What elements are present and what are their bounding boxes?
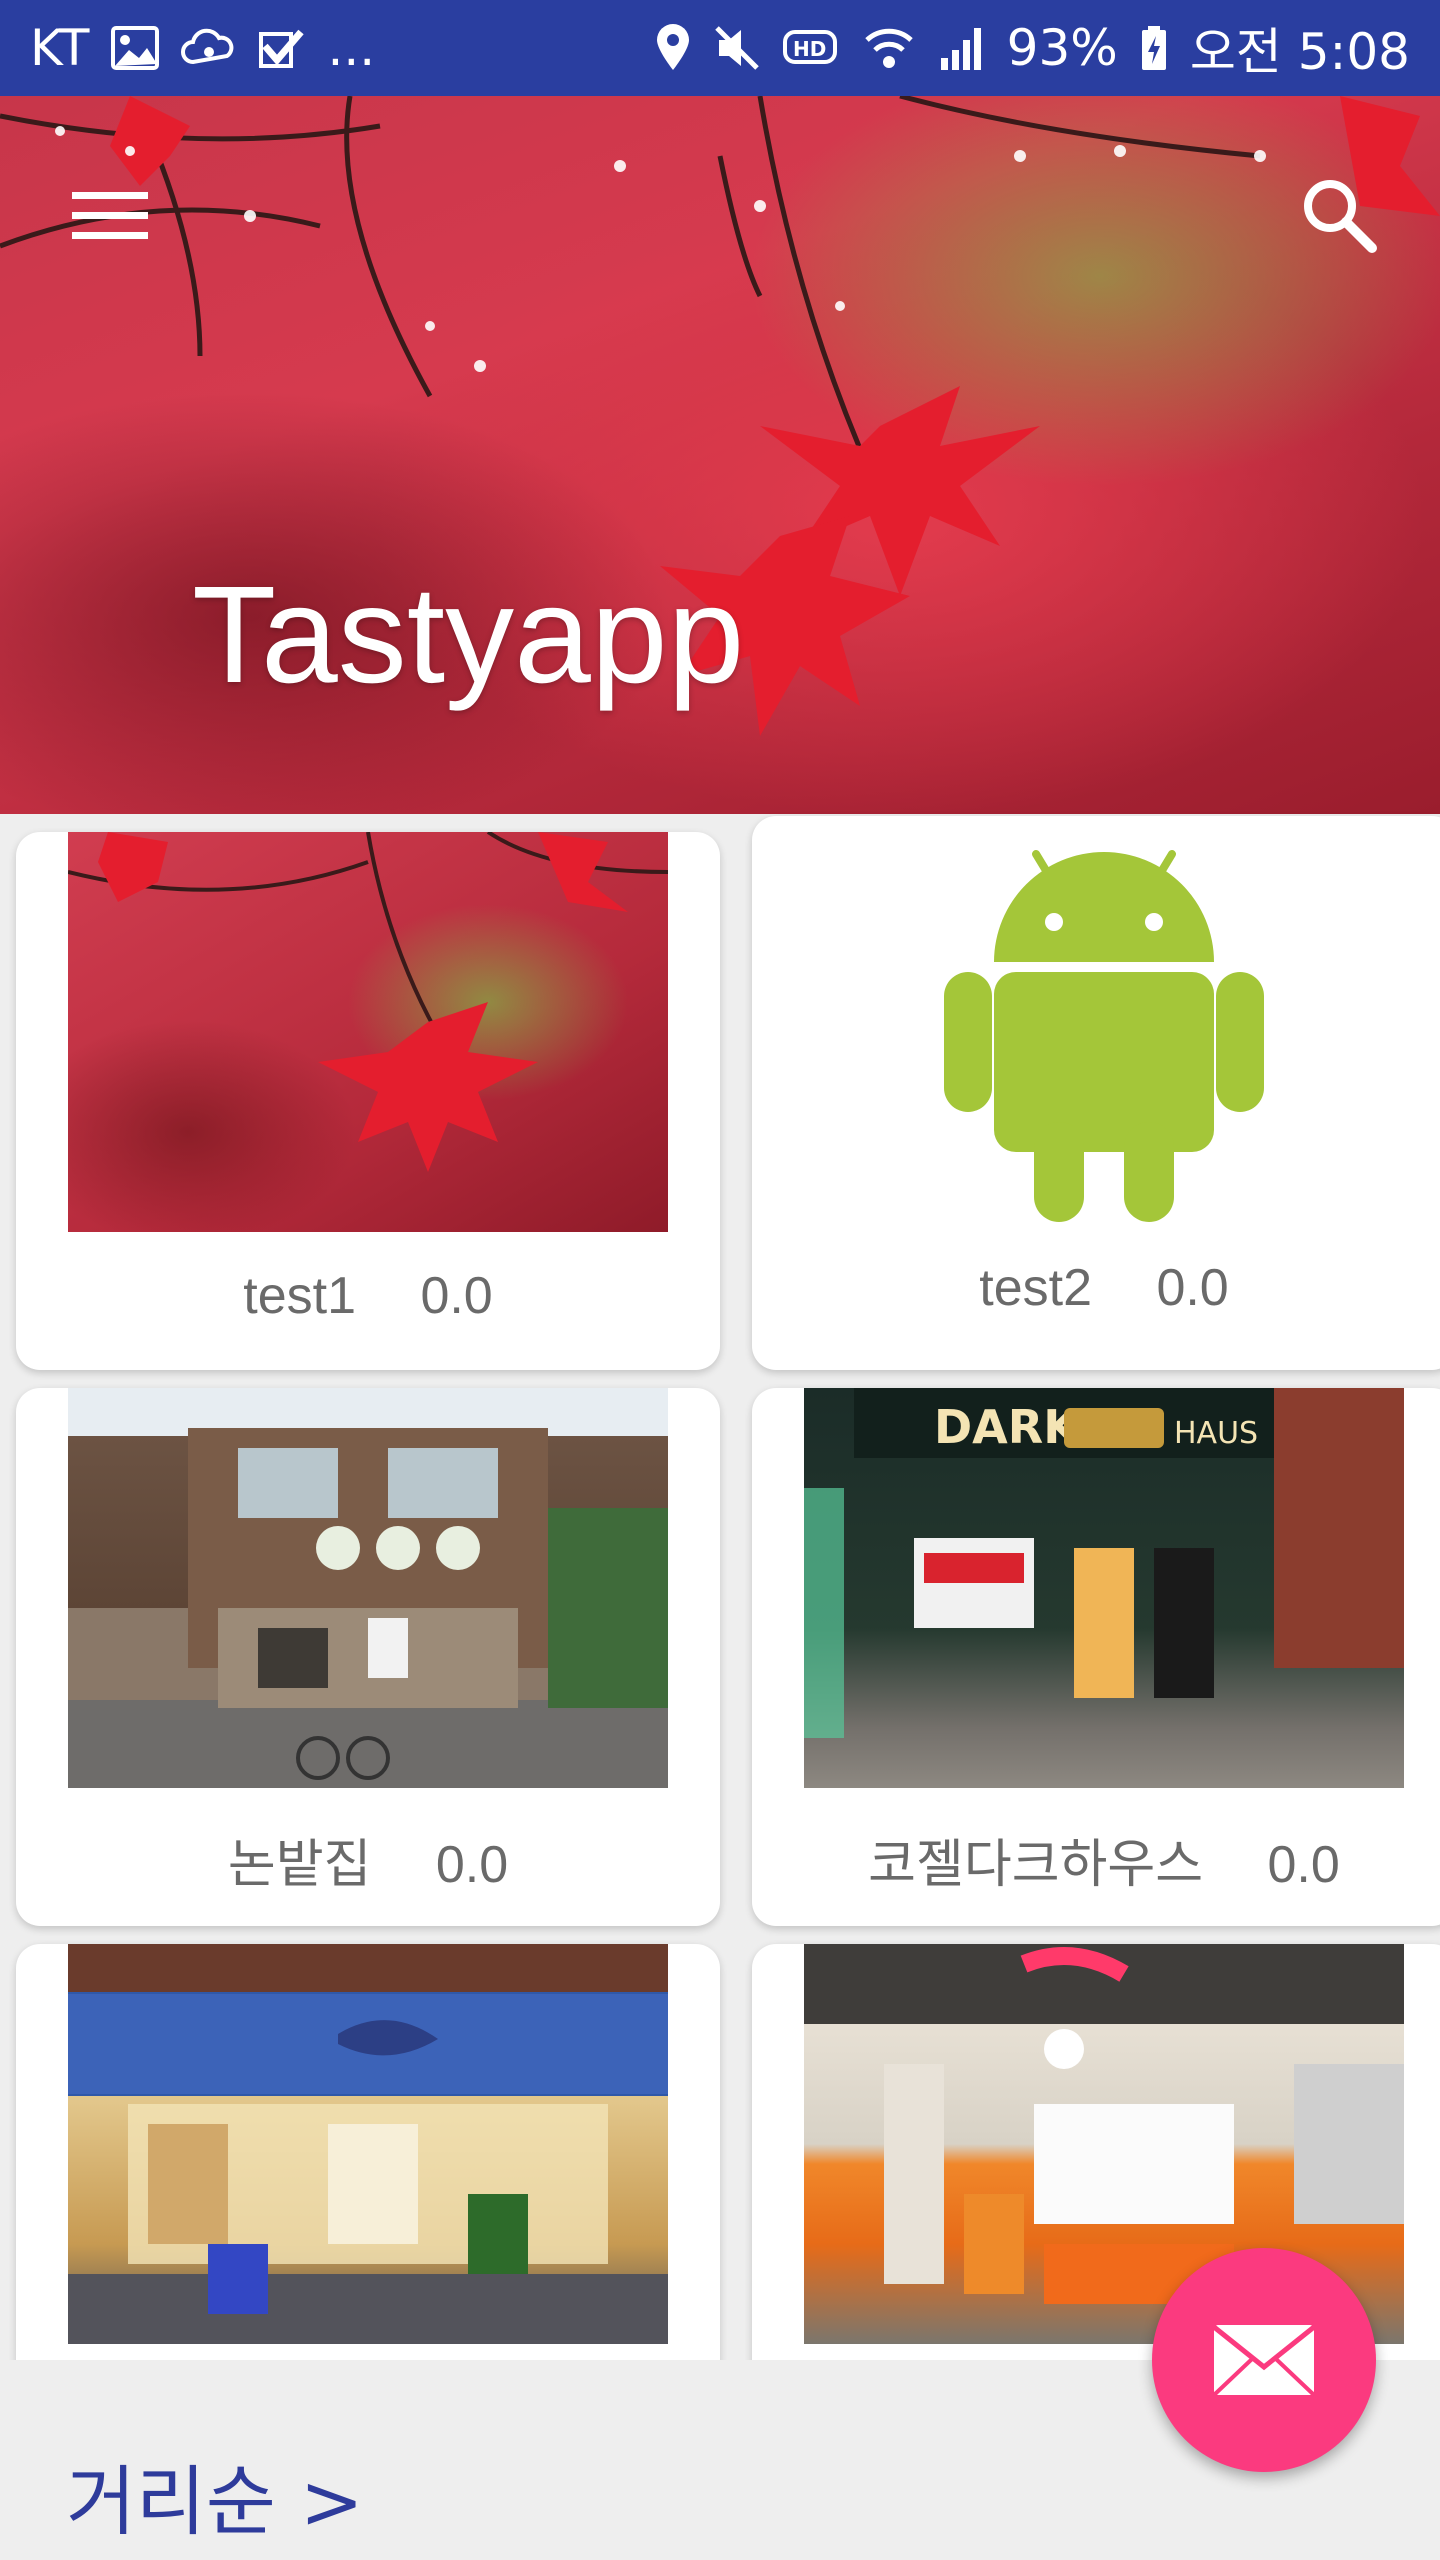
app-title: Tastyapp xyxy=(192,558,745,712)
search-button[interactable] xyxy=(1290,166,1390,266)
mail-fab-button[interactable] xyxy=(1152,2248,1376,2472)
search-icon xyxy=(1304,180,1377,253)
svg-text:HD: HD xyxy=(793,37,826,61)
android-robot-icon xyxy=(944,850,1264,1222)
signal-icon xyxy=(937,24,985,72)
restaurant-rating: 0.0 xyxy=(1156,1259,1229,1317)
svg-text:HAUS: HAUS xyxy=(1174,1416,1258,1451)
image-icon xyxy=(111,26,160,70)
cloud-sync-icon xyxy=(181,26,237,70)
wifi-icon xyxy=(863,24,915,72)
mail-icon xyxy=(1212,2325,1316,2397)
restaurant-card[interactable]: test2 0.0 xyxy=(752,816,1440,1370)
restaurant-name: 코젤다크하우스 xyxy=(868,1836,1204,1894)
restaurant-image xyxy=(68,1944,668,2344)
card-caption: 논밭집 0.0 xyxy=(16,1822,720,1897)
checkbox-icon xyxy=(259,26,305,70)
svg-text:DARK: DARK xyxy=(934,1400,1081,1454)
card-caption: test1 0.0 xyxy=(16,1266,720,1326)
restaurant-name: test1 xyxy=(243,1267,356,1325)
restaurant-image xyxy=(68,1388,668,1788)
location-icon xyxy=(655,24,691,72)
restaurant-card[interactable]: DARK HAUS 코젤다크하우스 0.0 xyxy=(752,1388,1440,1926)
collapsing-header: Tastyapp xyxy=(0,96,1440,814)
card-caption: 코젤다크하우스 0.0 xyxy=(752,1822,1440,1897)
card-caption: test2 0.0 xyxy=(752,1258,1440,1318)
clock: 오전 5:08 xyxy=(1189,23,1410,81)
restaurant-name: test2 xyxy=(979,1259,1092,1317)
mute-icon xyxy=(713,24,761,72)
menu-button[interactable] xyxy=(60,166,160,266)
restaurant-rating: 0.0 xyxy=(420,1267,493,1325)
overflow-notifications: ... xyxy=(327,19,376,77)
restaurant-card[interactable]: 논밭집 0.0 xyxy=(16,1388,720,1926)
restaurant-rating: 0.0 xyxy=(435,1836,509,1894)
restaurant-rating: 0.0 xyxy=(1267,1836,1340,1894)
hd-icon: HD xyxy=(782,26,841,70)
restaurant-image xyxy=(804,832,1404,1232)
sort-by-distance-link[interactable]: 거리순 > xyxy=(66,2440,364,2550)
restaurant-image: DARK HAUS xyxy=(804,1388,1404,1788)
restaurant-image xyxy=(68,832,668,1232)
restaurant-card[interactable]: test1 0.0 xyxy=(16,832,720,1370)
status-bar: KT ... HD 93% 오전 5:08 xyxy=(0,0,1440,96)
battery-percent: 93% xyxy=(1006,19,1118,77)
restaurant-name: 논밭집 xyxy=(227,1836,372,1894)
battery-icon xyxy=(1140,24,1168,72)
carrier-label: KT xyxy=(30,19,90,77)
hamburger-menu-icon xyxy=(72,192,148,239)
